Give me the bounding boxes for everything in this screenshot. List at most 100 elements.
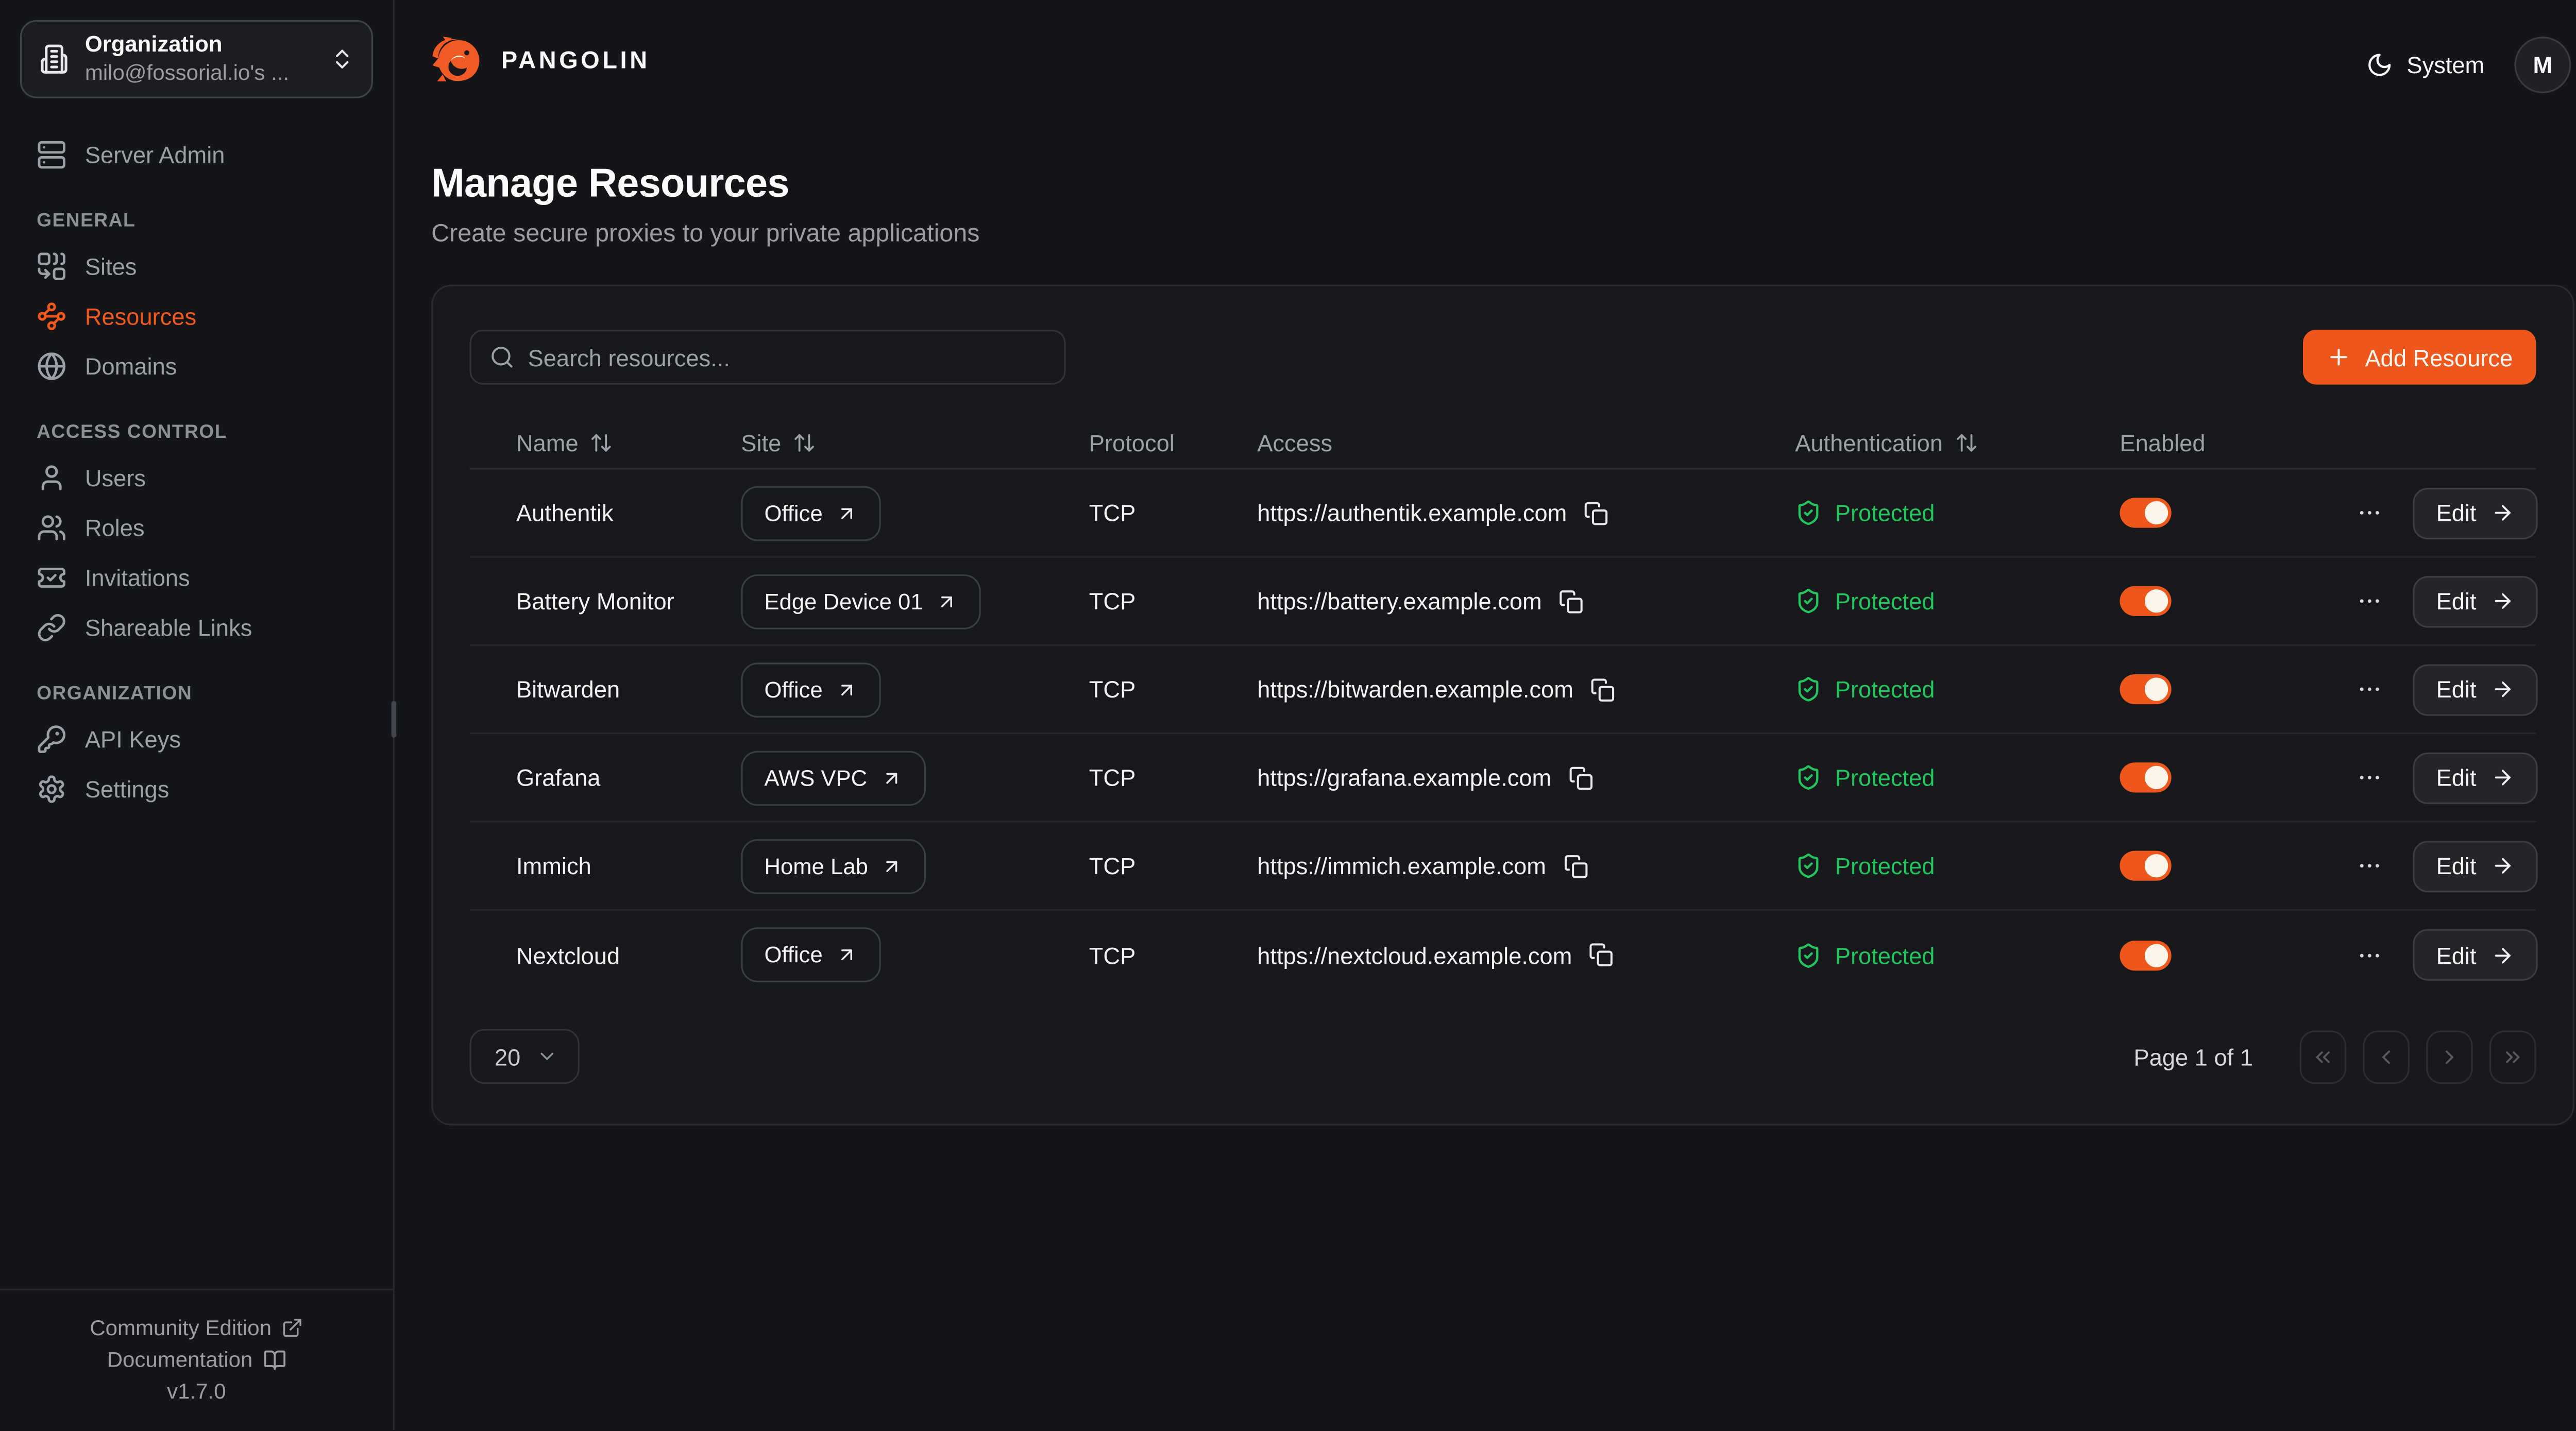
sidebar-item-resources[interactable]: Resources [20, 293, 373, 338]
prev-page-button[interactable] [2363, 1030, 2409, 1083]
resource-access-url: https://grafana.example.com [1257, 764, 1551, 791]
site-link-button[interactable]: Home Lab [741, 838, 926, 893]
sidebar-item-label: Roles [85, 514, 145, 540]
row-menu-button[interactable] [2353, 938, 2386, 972]
sidebar-item-label: Invitations [85, 564, 190, 590]
arrow-right-icon [2492, 589, 2515, 612]
edit-button[interactable]: Edit [2413, 929, 2538, 981]
sidebar-item-shareable-links[interactable]: Shareable Links [20, 604, 373, 649]
combine-icon [37, 250, 66, 280]
section-label-access-control: ACCESS CONTROL [37, 423, 357, 443]
enabled-toggle[interactable] [2120, 851, 2171, 881]
site-link-button[interactable]: Office [741, 662, 881, 717]
resource-access-url: https://authentik.example.com [1257, 500, 1567, 526]
resource-name: Nextcloud [469, 942, 741, 968]
resource-name: Authentik [469, 500, 741, 526]
sidebar-item-label: Users [85, 464, 146, 490]
site-link-button[interactable]: Office [741, 485, 881, 540]
auth-status-badge: Protected [1835, 676, 1935, 703]
theme-toggle[interactable]: System [2367, 52, 2484, 78]
copy-icon[interactable] [1558, 589, 1583, 614]
org-switcher[interactable]: Organization milo@fossorial.io's ... [20, 20, 373, 98]
sidebar-item-label: Resources [85, 302, 196, 329]
next-page-button[interactable] [2426, 1030, 2472, 1083]
topbar: PANGOLIN System M [395, 0, 2576, 120]
site-link-button[interactable]: Office [741, 927, 881, 982]
pagination-status: Page 1 of 1 [2134, 1043, 2253, 1070]
copy-icon[interactable] [1589, 942, 1614, 967]
sidebar-item-settings[interactable]: Settings [20, 766, 373, 811]
sort-icon[interactable] [793, 431, 816, 454]
edit-button[interactable]: Edit [2413, 487, 2538, 538]
enabled-toggle[interactable] [2120, 762, 2171, 792]
enabled-toggle[interactable] [2120, 674, 2171, 704]
arrow-up-right-icon [836, 678, 858, 700]
last-page-button[interactable] [2489, 1030, 2536, 1083]
enabled-toggle[interactable] [2120, 498, 2171, 527]
chevron-right-icon [2438, 1045, 2461, 1068]
arrow-right-icon [2492, 854, 2515, 877]
users-icon [37, 512, 66, 542]
arrow-right-icon [2492, 501, 2515, 524]
sidebar-item-invitations[interactable]: Invitations [20, 554, 373, 599]
arrow-up-right-icon [836, 502, 858, 523]
avatar-initial: M [2533, 52, 2553, 78]
sidebar-item-users[interactable]: Users [20, 454, 373, 499]
resource-name: Grafana [469, 764, 741, 791]
row-menu-button[interactable] [2353, 761, 2386, 794]
row-menu-button[interactable] [2353, 584, 2386, 618]
sidebar-item-label: Shareable Links [85, 614, 252, 640]
edit-button[interactable]: Edit [2413, 575, 2538, 627]
site-link-button[interactable]: AWS VPC [741, 750, 925, 805]
sidebar-item-domains[interactable]: Domains [20, 343, 373, 388]
add-resource-button[interactable]: Add Resource [2303, 330, 2536, 385]
avatar[interactable]: M [2514, 37, 2571, 93]
plus-icon [2327, 345, 2351, 369]
arrow-right-icon [2492, 943, 2515, 966]
sidebar-nav: Server Admin GENERAL Sites Resources Dom [0, 115, 393, 816]
resource-access-url: https://nextcloud.example.com [1257, 942, 1572, 968]
row-menu-button[interactable] [2353, 849, 2386, 882]
chevrons-right-icon [2501, 1045, 2524, 1068]
table-row: Immich Home Lab TCP https://immich.examp… [469, 823, 2536, 911]
edit-button[interactable]: Edit [2413, 752, 2538, 803]
row-menu-button[interactable] [2353, 673, 2386, 706]
edit-button[interactable]: Edit [2413, 840, 2538, 892]
community-edition-link[interactable]: Community Edition [13, 1315, 380, 1340]
column-header-name: Name [469, 430, 741, 456]
arrow-up-right-icon [880, 766, 902, 788]
sidebar-resize-handle[interactable] [392, 701, 397, 738]
sidebar-item-roles[interactable]: Roles [20, 504, 373, 549]
edit-button[interactable]: Edit [2413, 663, 2538, 715]
enabled-toggle[interactable] [2120, 586, 2171, 616]
theme-label: System [2406, 52, 2484, 78]
table-header-row: Name Site Protocol [469, 418, 2536, 469]
server-icon [37, 139, 66, 169]
copy-icon[interactable] [1584, 500, 1608, 525]
shield-check-icon [1795, 676, 1822, 703]
sidebar-item-sites[interactable]: Sites [20, 243, 373, 288]
globe-icon [37, 350, 66, 380]
page-subtitle: Create secure proxies to your private ap… [431, 220, 2571, 248]
row-menu-button[interactable] [2353, 496, 2386, 530]
sidebar-item-server-admin[interactable]: Server Admin [20, 131, 373, 176]
first-page-button[interactable] [2300, 1030, 2346, 1083]
copy-icon[interactable] [1563, 853, 1587, 878]
add-resource-label: Add Resource [2365, 344, 2513, 370]
enabled-toggle[interactable] [2120, 940, 2171, 970]
chevrons-up-down-icon [330, 46, 354, 71]
sort-icon[interactable] [590, 431, 613, 454]
chevrons-left-icon [2311, 1045, 2334, 1068]
sort-icon[interactable] [1955, 431, 1978, 454]
site-link-button[interactable]: Edge Device 01 [741, 573, 981, 628]
sidebar-item-label: API Keys [85, 725, 181, 752]
copy-icon[interactable] [1590, 677, 1615, 702]
page-size-select[interactable]: 20 [469, 1029, 579, 1084]
documentation-link[interactable]: Documentation [13, 1347, 380, 1372]
sidebar-item-api-keys[interactable]: API Keys [20, 716, 373, 761]
search-input[interactable] [528, 344, 1046, 370]
main-content: PANGOLIN System M Manage Resources Creat… [395, 0, 2576, 1430]
copy-icon[interactable] [1568, 765, 1593, 790]
org-switcher-value: milo@fossorial.io's ... [85, 60, 315, 87]
ticket-check-icon [37, 562, 66, 592]
